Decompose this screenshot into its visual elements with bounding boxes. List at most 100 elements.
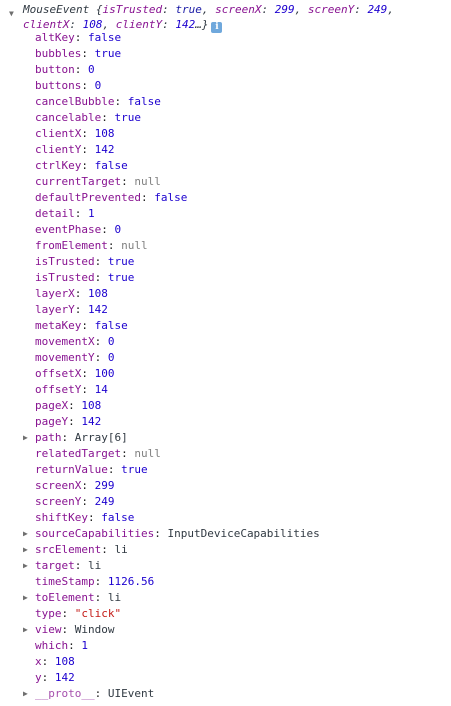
property-row: buttons: 0 (0, 78, 451, 94)
property-value: false (101, 511, 135, 524)
property-key: isTrusted (35, 271, 95, 284)
property-row: pageX: 108 (0, 398, 451, 414)
property-key: defaultPrevented (35, 191, 141, 204)
property-key: screenX (35, 479, 82, 492)
property-value: null (134, 175, 161, 188)
expand-triangle-icon[interactable]: ▼ (9, 6, 14, 21)
property-key: cancelable (35, 111, 102, 124)
property-value: "click" (74, 607, 122, 620)
expand-triangle-icon[interactable]: ▶ (23, 526, 28, 542)
property-separator: : (74, 559, 88, 572)
property-key: clientY (35, 143, 82, 156)
property-value: 100 (94, 367, 115, 380)
property-separator: : (81, 159, 95, 172)
event-summary-header[interactable]: ▼ MouseEvent {isTrusted: true, screenX: … (9, 2, 429, 33)
property-key: currentTarget (35, 175, 122, 188)
expand-triangle-icon[interactable]: ▶ (23, 430, 28, 446)
property-value: InputDeviceCapabilities (167, 527, 320, 540)
property-key: srcElement (35, 543, 102, 556)
property-separator: : (81, 127, 95, 140)
property-key: eventPhase (35, 223, 102, 236)
property-separator: : (94, 255, 108, 268)
property-key: ctrlKey (35, 159, 82, 172)
property-value: true (94, 47, 122, 60)
property-key: movementX (35, 335, 95, 348)
property-row[interactable]: ▶ sourceCapabilities: InputDeviceCapabili… (0, 526, 451, 542)
property-value: 299 (94, 479, 115, 492)
expand-triangle-icon[interactable]: ▶ (23, 622, 28, 638)
summary-comma: , (201, 3, 216, 16)
property-separator: : (94, 575, 108, 588)
property-key: __proto__ (35, 687, 95, 700)
property-row: fromElement: null (0, 238, 451, 254)
property-separator: : (114, 95, 128, 108)
property-key: detail (35, 207, 75, 220)
property-row: layerX: 108 (0, 286, 451, 302)
property-key: screenY (35, 495, 82, 508)
property-key: pageY (35, 415, 69, 428)
property-value: true (107, 255, 135, 268)
property-value: 142 (54, 671, 75, 684)
property-row: screenX: 299 (0, 478, 451, 494)
property-row[interactable]: ▶ __proto__: UIEvent (0, 686, 451, 702)
property-separator: : (121, 175, 135, 188)
property-value: true (114, 111, 141, 124)
property-row: ctrlKey: false (0, 158, 451, 174)
property-separator: : (94, 335, 108, 348)
console-panel: ▼ MouseEvent {isTrusted: true, screenX: … (0, 0, 451, 706)
property-separator: : (81, 383, 95, 396)
property-separator: : (154, 527, 168, 540)
property-key: buttons (35, 79, 82, 92)
property-separator: : (101, 543, 115, 556)
property-value: UIEvent (107, 687, 155, 700)
property-row[interactable]: ▶ toElement: li (0, 590, 451, 606)
property-value: Window (74, 623, 115, 636)
property-row[interactable]: ▶ view: Window (0, 622, 451, 638)
property-row: returnValue: true (0, 462, 451, 478)
property-separator: : (61, 607, 75, 620)
property-row: timeStamp: 1126.56 (0, 574, 451, 590)
property-row: relatedTarget: null (0, 446, 451, 462)
property-key: cancelBubble (35, 95, 115, 108)
property-value: 249 (94, 495, 115, 508)
property-key: fromElement (35, 239, 108, 252)
property-key: returnValue (35, 463, 108, 476)
property-row: metaKey: false (0, 318, 451, 334)
property-key: timeStamp (35, 575, 95, 588)
expand-triangle-icon[interactable]: ▶ (23, 686, 28, 702)
property-row: button: 0 (0, 62, 451, 78)
property-separator: : (140, 191, 155, 204)
property-row: bubbles: true (0, 46, 451, 62)
expand-triangle-icon[interactable]: ▶ (23, 542, 28, 558)
property-key: which (35, 639, 69, 652)
summary-key: screenX (215, 3, 262, 16)
property-separator: : (94, 351, 108, 364)
expand-triangle-icon[interactable]: ▶ (23, 558, 28, 574)
property-row[interactable]: ▶ srcElement: li (0, 542, 451, 558)
property-row[interactable]: ▶ path: Array[6] (0, 430, 451, 446)
property-key: type (35, 607, 62, 620)
property-key: bubbles (35, 47, 82, 60)
expand-triangle-icon[interactable]: ▶ (23, 590, 28, 606)
property-key: toElement (35, 591, 95, 604)
property-key: offsetX (35, 367, 82, 380)
property-separator: : (68, 399, 82, 412)
property-separator: : (68, 415, 82, 428)
property-separator: : (41, 655, 55, 668)
property-key: view (35, 623, 62, 636)
event-summary[interactable]: MouseEvent {isTrusted: true, screenX: 29… (23, 2, 429, 33)
property-value: li (88, 559, 102, 572)
property-value: false (94, 319, 128, 332)
property-list: altKey: false bubbles: true button: 0 butto… (0, 30, 451, 702)
property-value: 0 (94, 79, 102, 92)
property-row: cancelBubble: false (0, 94, 451, 110)
property-value: false (94, 159, 128, 172)
property-value: null (134, 447, 161, 460)
property-separator: : (61, 431, 75, 444)
property-key: shiftKey (35, 511, 88, 524)
property-separator: : (107, 239, 122, 252)
property-row[interactable]: ▶ target: li (0, 558, 451, 574)
property-row: movementY: 0 (0, 350, 451, 366)
property-separator: : (94, 271, 108, 284)
brace-open: { (89, 3, 103, 16)
